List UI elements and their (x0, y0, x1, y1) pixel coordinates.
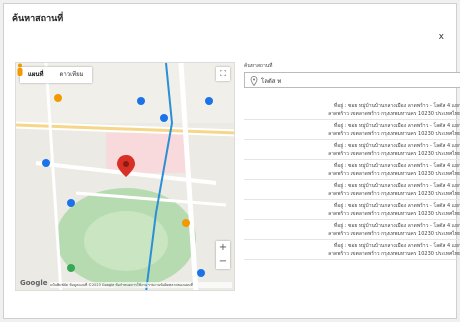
result-address-line1: ที่อยู่ : ซอย หมู่บ้านบ้านกลางเมือง ลาดพ… (333, 243, 460, 249)
search-input[interactable]: โลตัส ท (244, 72, 460, 88)
dialog-title: ค้นหาสถานที่ (12, 14, 64, 24)
map-canvas[interactable] (16, 63, 235, 291)
poi-marker (42, 159, 50, 167)
map-view[interactable]: แผนที่ ดาวเทียม ⛶ + − Google แป้นพิมพ์ลั… (15, 62, 235, 291)
result-address-line2: ลาดพร้าว เขตลาดพร้าว กรุงเทพมหานคร 10230… (328, 151, 460, 157)
location-search-dialog: ค้นหาสถานที่ x แผนที่ ดาวเทียม ⛶ + − Goo… (3, 3, 460, 319)
list-item[interactable]: ที่อยู่ : ซอย หมู่บ้านบ้านกลางเมือง ลาดพ… (244, 240, 460, 260)
poi-marker (67, 264, 75, 272)
result-address-line2: ลาดพร้าว เขตลาดพร้าว กรุงเทพมหานคร 10230… (328, 171, 460, 177)
result-address-line2: ลาดพร้าว เขตลาดพร้าว กรุงเทพมหานคร 10230… (328, 131, 460, 137)
result-address-line1: ที่อยู่ : ซอย หมู่บ้านบ้านกลางเมือง ลาดพ… (333, 223, 460, 229)
poi-marker (67, 199, 75, 207)
list-item[interactable]: ที่อยู่ : ซอย หมู่บ้านบ้านกลางเมือง ลาดพ… (244, 160, 460, 180)
poi-marker (197, 269, 205, 277)
fullscreen-icon[interactable]: ⛶ (216, 67, 230, 81)
result-address-line2: ลาดพร้าว เขตลาดพร้าว กรุงเทพมหานคร 10230… (328, 111, 460, 117)
map-type-tabs: แผนที่ ดาวเทียม (20, 67, 92, 83)
pegman-icon[interactable] (16, 63, 24, 77)
list-item[interactable]: ที่อยู่ : ซอย หมู่บ้านบ้านกลางเมือง ลาดพ… (244, 200, 460, 220)
result-address-line2: ลาดพร้าว เขตลาดพร้าว กรุงเทพมหานคร 10230… (328, 231, 460, 237)
pin-center (123, 161, 129, 167)
list-item[interactable]: ที่อยู่ : ซอย หมู่บ้านบ้านกลางเมือง ลาดพ… (244, 220, 460, 240)
poi-marker (137, 97, 145, 105)
result-address-line1: ที่อยู่ : ซอย หมู่บ้านบ้านกลางเมือง ลาดพ… (333, 203, 460, 209)
poi-marker (54, 94, 62, 102)
list-item[interactable]: ที่อยู่ : ซอย หมู่บ้านบ้านกลางเมือง ลาดพ… (244, 120, 460, 140)
close-button[interactable]: x (439, 32, 444, 42)
result-address-line2: ลาดพร้าว เขตลาดพร้าว กรุงเทพมหานคร 10230… (328, 251, 460, 257)
results-list: ที่อยู่ : ซอย หมู่บ้านบ้านกลางเมือง ลาดพ… (244, 100, 460, 260)
list-item[interactable]: ที่อยู่ : ซอย หมู่บ้านบ้านกลางเมือง ลาดพ… (244, 100, 460, 120)
result-address-line2: ลาดพร้าว เขตลาดพร้าว กรุงเทพมหานคร 10230… (328, 191, 460, 197)
zoom-out-button[interactable]: − (216, 255, 230, 269)
search-input-value: โลตัส ท (261, 78, 282, 85)
tab-satellite[interactable]: ดาวเทียม (51, 67, 91, 83)
tab-map[interactable]: แผนที่ (20, 67, 51, 83)
result-address-line1: ที่อยู่ : ซอย หมู่บ้านบ้านกลางเมือง ลาดพ… (333, 103, 460, 109)
poi-marker (205, 97, 213, 105)
result-address-line2: ลาดพร้าว เขตลาดพร้าว กรุงเทพมหานคร 10230… (328, 211, 460, 217)
map-attribution[interactable]: แป้นพิมพ์ลัด ข้อมูลแผนที่ ©2023 Google ข… (50, 282, 232, 288)
poi-marker (182, 219, 190, 227)
google-logo: Google (20, 279, 48, 287)
result-address-line1: ที่อยู่ : ซอย หมู่บ้านบ้านกลางเมือง ลาดพ… (333, 163, 460, 169)
result-address-line1: ที่อยู่ : ซอย หมู่บ้านบ้านกลางเมือง ลาดพ… (333, 123, 460, 129)
list-item[interactable]: ที่อยู่ : ซอย หมู่บ้านบ้านกลางเมือง ลาดพ… (244, 180, 460, 200)
zoom-controls: + − (216, 241, 230, 269)
result-address-line1: ที่อยู่ : ซอย หมู่บ้านบ้านกลางเมือง ลาดพ… (333, 143, 460, 149)
list-item[interactable]: ที่อยู่ : ซอย หมู่บ้านบ้านกลางเมือง ลาดพ… (244, 140, 460, 160)
search-label: ค้นหาสถานที่ (244, 63, 273, 69)
result-address-line1: ที่อยู่ : ซอย หมู่บ้านบ้านกลางเมือง ลาดพ… (333, 183, 460, 189)
location-icon (250, 76, 258, 86)
zoom-in-button[interactable]: + (216, 241, 230, 255)
poi-marker (160, 114, 168, 122)
